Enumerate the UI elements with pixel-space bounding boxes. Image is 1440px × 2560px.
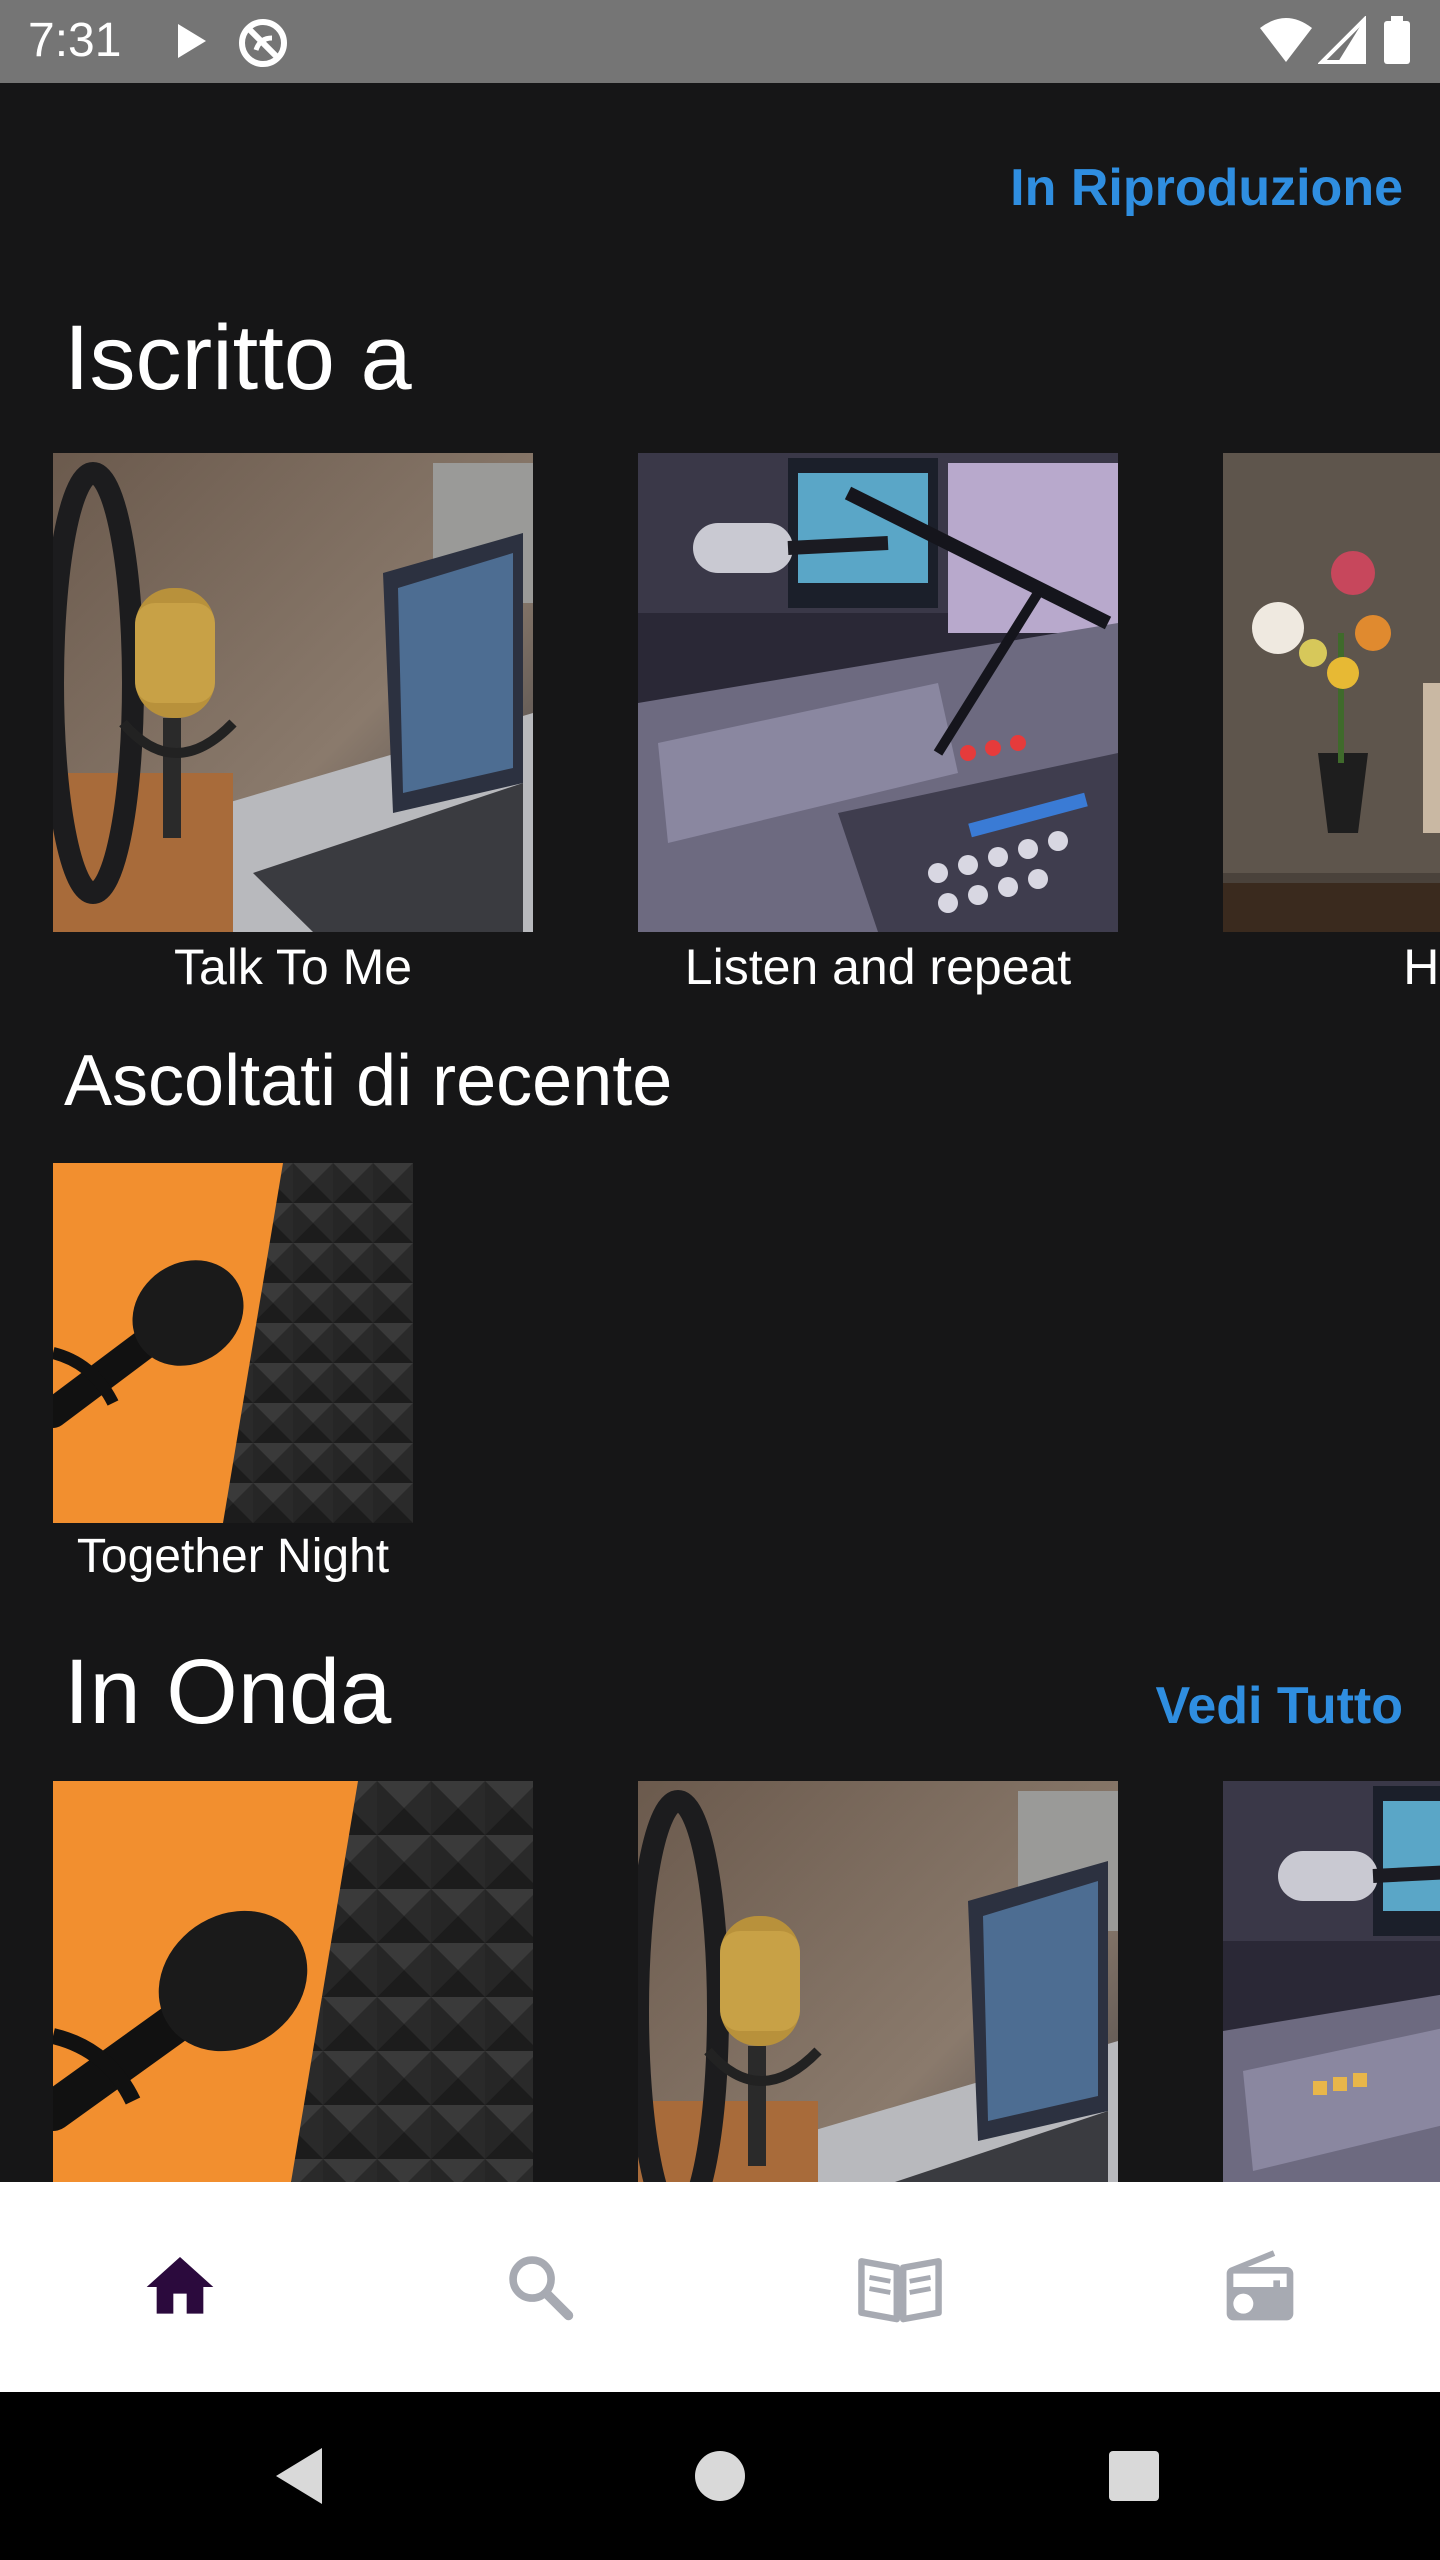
status-time: 7:31 <box>28 14 122 67</box>
recent-card[interactable]: Together Night <box>53 1163 413 1603</box>
podcast-cover-image <box>53 453 533 932</box>
subscribed-title: Iscritto a <box>64 307 412 409</box>
podcast-cover-image <box>638 453 1118 932</box>
search-icon <box>509 2256 574 2321</box>
podcast-cover-image <box>53 1781 533 2182</box>
status-bar: 7:31 <box>0 0 1440 83</box>
podcast-cover-image <box>1223 453 1440 932</box>
podcast-title: Together Night <box>76 1530 390 1583</box>
on-air-title: In Onda <box>64 1641 392 1743</box>
signal-icon <box>1317 15 1366 71</box>
nav-search[interactable] <box>360 2182 720 2392</box>
battery-icon <box>1382 16 1412 71</box>
nav-radio[interactable] <box>1080 2182 1440 2392</box>
book-icon <box>858 2258 942 2323</box>
bottom-nav <box>0 2182 1440 2392</box>
podcast-title: Listen and repeat <box>684 939 1072 995</box>
radio-icon <box>1226 2250 1294 2321</box>
podcast-card[interactable]: Listen and repeat <box>638 453 1118 1013</box>
recents-button[interactable] <box>1054 2392 1214 2560</box>
wifi-icon <box>1258 16 1314 71</box>
recent-title: Ascoltati di recente <box>64 1041 673 1121</box>
podcast-cover-image <box>638 1781 1118 2182</box>
on-air-card[interactable] <box>53 1781 533 2182</box>
podcast-title: Talk To Me <box>173 939 413 995</box>
on-air-card[interactable] <box>638 1781 1118 2182</box>
play-icon <box>172 16 212 71</box>
home-circle-icon <box>695 2451 745 2501</box>
on-air-card[interactable] <box>1223 1781 1440 2182</box>
podcast-cover-image <box>53 1163 413 1523</box>
square-icon <box>1109 2451 1159 2501</box>
back-button[interactable] <box>220 2392 380 2560</box>
home-system-button[interactable] <box>640 2392 800 2560</box>
podcast-card[interactable]: Talk To Me <box>53 453 533 1013</box>
podcast-cover-image <box>1223 1781 1440 2182</box>
now-playing-link[interactable]: In Riproduzione <box>1010 158 1403 218</box>
nav-home[interactable] <box>0 2182 360 2392</box>
nav-library[interactable] <box>720 2182 1080 2392</box>
system-nav-bar <box>0 2392 1440 2560</box>
podcast-title: Head <box>1403 939 1440 995</box>
home-icon <box>146 2257 214 2314</box>
back-icon <box>276 2448 322 2504</box>
see-all-link[interactable]: Vedi Tutto <box>1156 1676 1403 1736</box>
podcast-card[interactable]: Head <box>1223 453 1440 1013</box>
sync-circle-icon <box>236 16 290 75</box>
